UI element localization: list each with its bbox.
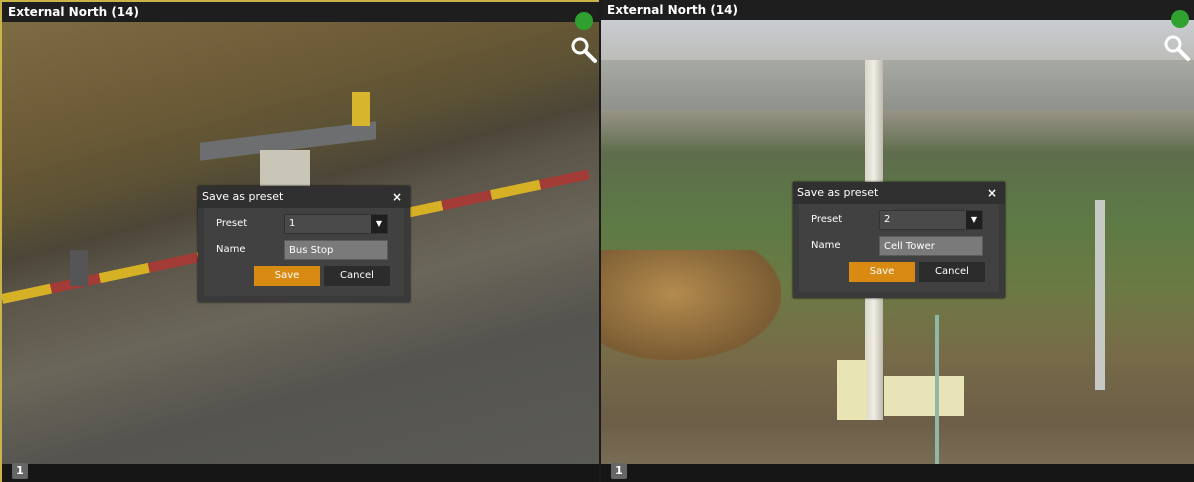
- shrubs: [601, 250, 781, 360]
- name-input[interactable]: [284, 240, 388, 260]
- close-icon[interactable]: ×: [392, 186, 402, 208]
- camera-title: External North (14): [2, 2, 599, 22]
- camera-pane-right[interactable]: External North (14) 1 Save as preset × P…: [601, 0, 1194, 482]
- save-preset-dialog: Save as preset × Preset 1 ▼ Name Save Ca…: [198, 186, 410, 302]
- name-label: Name: [811, 240, 841, 251]
- dialog-body: Preset 2 ▼ Name Save Cancel: [799, 204, 999, 292]
- status-online-icon: [1171, 10, 1189, 28]
- save-button[interactable]: Save: [849, 262, 915, 282]
- camera-title: External North (14): [601, 0, 1194, 20]
- preset-select[interactable]: 1 ▼: [284, 214, 388, 234]
- search-zoom-icon[interactable]: [1163, 34, 1191, 62]
- name-input[interactable]: [879, 236, 983, 256]
- status-online-icon: [575, 12, 593, 30]
- chevron-down-icon[interactable]: ▼: [371, 215, 387, 233]
- preset-label: Preset: [216, 218, 248, 229]
- street-lamp: [935, 315, 939, 465]
- name-row: Name: [799, 234, 999, 260]
- preset-row: Preset 2 ▼: [799, 208, 999, 234]
- camera-number-badge[interactable]: 1: [611, 463, 627, 479]
- dialog-title-text: Save as preset: [202, 190, 284, 203]
- chevron-down-icon[interactable]: ▼: [966, 211, 982, 229]
- dialog-title-text: Save as preset: [797, 186, 879, 199]
- camera-pane-left[interactable]: External North (14) 1 Save as preset × P…: [0, 0, 599, 482]
- cancel-button[interactable]: Cancel: [324, 266, 390, 286]
- dialog-title: Save as preset ×: [793, 182, 1005, 204]
- post: [70, 250, 88, 286]
- cell-tower-base: [837, 360, 867, 420]
- button-row: Save Cancel: [799, 260, 999, 286]
- save-button[interactable]: Save: [254, 266, 320, 286]
- dialog-body: Preset 1 ▼ Name Save Cancel: [204, 208, 404, 296]
- name-label: Name: [216, 244, 246, 255]
- power-line-pole: [1095, 200, 1105, 390]
- camera-bottom-bar: [601, 464, 1194, 482]
- preset-row: Preset 1 ▼: [204, 212, 404, 238]
- search-zoom-icon[interactable]: [570, 36, 598, 64]
- button-row: Save Cancel: [204, 264, 404, 290]
- yellow-sign: [352, 92, 370, 126]
- preset-value: 2: [884, 214, 891, 225]
- preset-label: Preset: [811, 214, 843, 225]
- preset-value: 1: [289, 218, 296, 229]
- industrial-buildings: [601, 60, 1194, 110]
- name-row: Name: [204, 238, 404, 264]
- electrical-box: [884, 376, 964, 416]
- bus-shelter-wall: [260, 150, 310, 190]
- preset-select[interactable]: 2 ▼: [879, 210, 983, 230]
- close-icon[interactable]: ×: [987, 182, 997, 204]
- camera-number-badge[interactable]: 1: [12, 463, 28, 479]
- save-preset-dialog: Save as preset × Preset 2 ▼ Name Save Ca…: [793, 182, 1005, 298]
- dialog-title: Save as preset ×: [198, 186, 410, 208]
- cancel-button[interactable]: Cancel: [919, 262, 985, 282]
- camera-bottom-bar: [2, 464, 599, 482]
